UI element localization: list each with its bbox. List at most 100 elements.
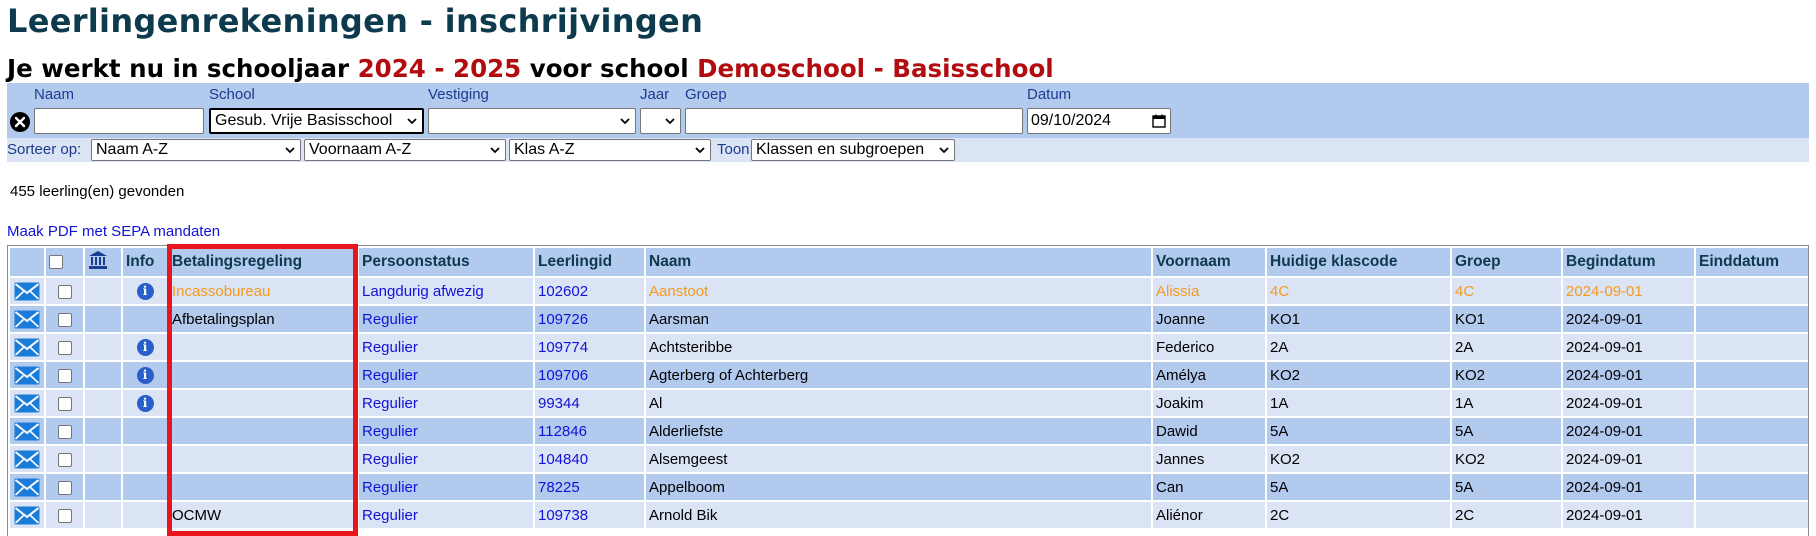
- header-begindatum[interactable]: Begindatum: [1563, 248, 1694, 276]
- row-checkbox[interactable]: [57, 368, 72, 383]
- info-icon[interactable]: i: [136, 338, 154, 356]
- jaar-select[interactable]: [640, 108, 681, 134]
- row-checkbox[interactable]: [57, 508, 72, 523]
- mail-icon[interactable]: [14, 478, 40, 497]
- mail-icon[interactable]: [14, 450, 40, 469]
- cell-leerlingid[interactable]: 109774: [535, 334, 644, 360]
- school-select[interactable]: Gesub. Vrije Basisschool: [209, 108, 424, 134]
- cell-persoonstatus[interactable]: Regulier: [359, 446, 533, 472]
- select-all-checkbox[interactable]: [49, 254, 63, 269]
- mail-icon[interactable]: [14, 422, 40, 441]
- cell-leerlingid[interactable]: 112846: [535, 418, 644, 444]
- row-checkbox[interactable]: [57, 284, 72, 299]
- row-checkbox[interactable]: [57, 312, 72, 327]
- mail-icon[interactable]: [14, 282, 40, 301]
- mail-cell: [10, 502, 44, 528]
- cell-leerlingid[interactable]: 109706: [535, 362, 644, 388]
- sort-select-1[interactable]: Naam A-Z: [91, 139, 301, 161]
- header-leerlingid[interactable]: Leerlingid: [535, 248, 644, 276]
- info-cell: [123, 502, 167, 528]
- toon-select-value: Klassen en subgroepen: [756, 141, 925, 158]
- row-checkbox[interactable]: [57, 424, 72, 439]
- row-checkbox[interactable]: [57, 340, 72, 355]
- mail-icon[interactable]: [14, 366, 40, 385]
- naam-label: Naam: [34, 86, 75, 103]
- row-checkbox[interactable]: [57, 452, 72, 467]
- cell-persoonstatus[interactable]: Regulier: [359, 390, 533, 416]
- mail-icon[interactable]: [14, 394, 40, 413]
- mail-icon[interactable]: [14, 338, 40, 357]
- sort-label: Sorteer op:: [7, 141, 82, 158]
- cell-persoonstatus[interactable]: Regulier: [359, 306, 533, 332]
- info-icon[interactable]: i: [136, 394, 154, 412]
- mail-icon[interactable]: [14, 506, 40, 525]
- table-row: Afbetalingsplan Regulier 109726 Aarsman Joan…: [10, 306, 1808, 332]
- cell-einddatum: [1696, 502, 1808, 528]
- info-icon[interactable]: i: [136, 282, 154, 300]
- cell-klascode: KO2: [1267, 362, 1450, 388]
- cell-persoonstatus[interactable]: Regulier: [359, 334, 533, 360]
- sort-select-3-value: Klas A-Z: [514, 141, 575, 158]
- cell-begindatum: 2024-09-01: [1563, 278, 1694, 304]
- groep-input[interactable]: [685, 108, 1023, 134]
- bank-icon: [89, 250, 107, 269]
- cell-betalingsregeling: [169, 474, 357, 500]
- cell-leerlingid[interactable]: 104840: [535, 446, 644, 472]
- calendar-icon[interactable]: [1152, 114, 1166, 128]
- row-checkbox[interactable]: [57, 480, 72, 495]
- vestiging-select[interactable]: [428, 108, 636, 134]
- row-checkbox[interactable]: [57, 396, 72, 411]
- header-persoonstatus[interactable]: Persoonstatus: [359, 248, 533, 276]
- cell-leerlingid[interactable]: 109738: [535, 502, 644, 528]
- cell-voornaam: Can: [1153, 474, 1265, 500]
- mail-icon[interactable]: [14, 310, 40, 329]
- cell-persoonstatus[interactable]: Regulier: [359, 474, 533, 500]
- datum-input[interactable]: 09/10/2024: [1027, 108, 1171, 134]
- sort-select-3[interactable]: Klas A-Z: [509, 139, 711, 161]
- cell-persoonstatus[interactable]: Regulier: [359, 362, 533, 388]
- cell-leerlingid[interactable]: 99344: [535, 390, 644, 416]
- header-mail: [10, 248, 44, 276]
- header-select-all[interactable]: [46, 248, 83, 276]
- cell-klascode: 2C: [1267, 502, 1450, 528]
- cell-leerlingid[interactable]: 78225: [535, 474, 644, 500]
- table-row: i Regulier 99344 Al Joakim 1A 1A 2024-09-01: [10, 390, 1808, 416]
- toon-select[interactable]: Klassen en subgroepen: [751, 139, 955, 161]
- cell-naam: Aanstoot: [646, 278, 1151, 304]
- header-naam[interactable]: Naam: [646, 248, 1151, 276]
- cell-groep: 1A: [1452, 390, 1561, 416]
- mail-cell: [10, 278, 44, 304]
- cell-begindatum: 2024-09-01: [1563, 306, 1694, 332]
- info-icon[interactable]: i: [136, 366, 154, 384]
- cell-leerlingid[interactable]: 102602: [535, 278, 644, 304]
- cell-voornaam: Aliénor: [1153, 502, 1265, 528]
- naam-input[interactable]: [34, 108, 204, 134]
- cell-leerlingid[interactable]: 109726: [535, 306, 644, 332]
- cell-groep: 4C: [1452, 278, 1561, 304]
- cell-persoonstatus[interactable]: Regulier: [359, 418, 533, 444]
- bank-cell: [85, 278, 121, 304]
- header-einddatum[interactable]: Einddatum: [1696, 248, 1808, 276]
- cell-begindatum: 2024-09-01: [1563, 446, 1694, 472]
- table-header-row: Info Betalingsregeling Persoonstatus Lee…: [10, 248, 1808, 276]
- sepa-pdf-link[interactable]: Maak PDF met SEPA mandaten: [7, 223, 220, 240]
- cell-groep: 5A: [1452, 418, 1561, 444]
- cell-naam: Alderliefste: [646, 418, 1151, 444]
- header-info[interactable]: Info: [123, 248, 167, 276]
- cell-persoonstatus[interactable]: Regulier: [359, 502, 533, 528]
- table-row: i Incassobureau Langdurig afwezig 102602 Aan…: [10, 278, 1808, 304]
- header-betalingsregeling[interactable]: Betalingsregeling: [169, 248, 357, 276]
- cell-persoonstatus[interactable]: Langdurig afwezig: [359, 278, 533, 304]
- header-klascode[interactable]: Huidige klascode: [1267, 248, 1450, 276]
- close-circle-icon[interactable]: [10, 112, 30, 132]
- header-groep[interactable]: Groep: [1452, 248, 1561, 276]
- info-cell: [123, 446, 167, 472]
- cell-voornaam: Federico: [1153, 334, 1265, 360]
- select-cell: [46, 474, 83, 500]
- school-year: 2024 - 2025: [357, 54, 522, 83]
- bank-cell: [85, 390, 121, 416]
- header-voornaam[interactable]: Voornaam: [1153, 248, 1265, 276]
- sort-select-2[interactable]: Voornaam A-Z: [304, 139, 506, 161]
- select-cell: [46, 502, 83, 528]
- bank-cell: [85, 446, 121, 472]
